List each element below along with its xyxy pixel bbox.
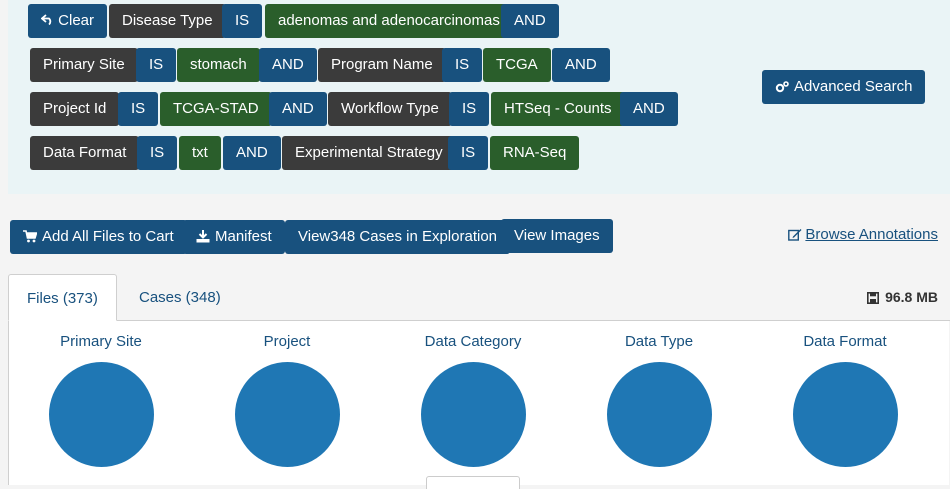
pie-chart[interactable] [792,362,898,467]
query-operator-label: AND [514,12,546,29]
query-operator-is[interactable]: IS [222,4,263,38]
query-value-label: RNA-Seq [503,144,567,161]
cart-icon [23,230,38,243]
pie-chart[interactable] [48,362,154,467]
download-icon [196,230,210,243]
query-field-label: Experimental Strategy [295,144,443,161]
query-value-label: TCGA [496,56,538,73]
facet-title: Data Category [424,333,522,350]
query-operator-is[interactable]: IS [442,48,483,82]
query-field-label: Workflow Type [341,100,439,117]
cogs-icon [775,81,789,93]
facet-data-format: Data Format [752,332,938,467]
query-field-label: Program Name [331,56,433,73]
tab-cases-label: Cases (348) [139,289,221,306]
facet-title: Data Format [803,333,887,350]
pie-chart[interactable] [234,362,340,467]
manifest-label: Manifest [215,228,272,245]
query-value-experimental-strategy[interactable]: RNA-Seq [490,136,580,170]
clear-label: Clear [58,12,95,29]
query-operator-and[interactable]: AND [501,4,559,38]
facet-project: Project [194,332,380,467]
query-field-program-name[interactable]: Program Name [318,48,446,82]
query-field-project-id[interactable]: Project Id [30,92,120,126]
query-field-disease-type[interactable]: Disease Type [109,4,226,38]
query-operator-is[interactable]: IS [448,136,489,170]
query-field-workflow-type[interactable]: Workflow Type [328,92,452,126]
query-operator-is[interactable]: IS [449,92,490,126]
query-value-label: adenomas and adenocarcinomas [278,12,500,29]
pie-chart[interactable] [606,362,712,467]
query-operator-label: IS [461,144,476,161]
manifest-button[interactable]: Manifest [183,220,285,254]
query-operator-label: IS [462,100,477,117]
view-images-label: View Images [514,227,600,244]
view-cases-label: View348 Cases in Exploration [298,228,498,245]
query-operator-label: AND [633,100,665,117]
query-operator-label: IS [131,100,146,117]
query-operator-and[interactable]: AND [620,92,678,126]
query-value-label: stomach [190,56,247,73]
query-field-label: Primary Site [43,56,125,73]
query-value-project-id[interactable]: TCGA-STAD [160,92,272,126]
query-operator-and[interactable]: AND [259,48,317,82]
query-field-label: Project Id [43,100,107,117]
add-all-files-label: Add All Files to Cart [42,228,174,245]
query-field-data-format[interactable]: Data Format [30,136,140,170]
query-operator-label: IS [150,144,165,161]
undo-icon [40,14,52,26]
query-operator-and[interactable]: AND [223,136,281,170]
advanced-search-label: Advanced Search [794,78,913,95]
query-value-program-name[interactable]: TCGA [483,48,551,82]
total-size: 96.8 MB [867,289,938,305]
query-operator-is[interactable]: IS [118,92,159,126]
query-value-disease-type[interactable]: adenomas and adenocarcinomas [265,4,513,38]
query-operator-label: AND [282,100,314,117]
query-value-label: HTSeq - Counts [504,100,612,117]
query-value-label: txt [192,144,208,161]
clear-button[interactable]: Clear [28,4,108,38]
browse-annotations-label: Browse Annotations [805,226,938,243]
query-operator-label: IS [235,12,250,29]
query-field-primary-site[interactable]: Primary Site [30,48,138,82]
tooltip-box [426,476,520,489]
query-field-label: Disease Type [122,12,213,29]
query-value-workflow-type[interactable]: HTSeq - Counts [491,92,625,126]
query-operator-is[interactable]: IS [137,136,178,170]
query-value-label: TCGA-STAD [173,100,259,117]
view-images-button[interactable]: View Images [501,219,613,253]
query-field-experimental-strategy[interactable]: Experimental Strategy [282,136,456,170]
facet-data-type: Data Type [566,332,752,467]
browse-annotations-link[interactable]: Browse Annotations [788,226,938,243]
facet-title: Primary Site [60,333,142,350]
facet-title: Project [263,333,311,350]
query-operator-is[interactable]: IS [136,48,177,82]
query-operator-label: AND [565,56,597,73]
query-value-primary-site[interactable]: stomach [177,48,260,82]
query-operator-and[interactable]: AND [552,48,610,82]
query-operator-and[interactable]: AND [269,92,327,126]
facet-data-category: Data Category [380,332,566,467]
query-value-data-format[interactable]: txt [179,136,221,170]
pie-chart[interactable] [420,362,526,467]
facet-title: Data Type [624,333,694,350]
facet-primary-site: Primary Site [8,332,194,467]
query-operator-label: IS [149,56,164,73]
view-cases-in-exploration-button[interactable]: View348 Cases in Exploration [285,220,511,254]
advanced-search-button[interactable]: Advanced Search [762,70,926,104]
save-icon [867,292,880,304]
query-operator-label: AND [272,56,304,73]
query-operator-label: IS [455,56,470,73]
query-operator-label: AND [236,144,268,161]
tab-files[interactable]: Files (373) [8,274,117,321]
tab-cases[interactable]: Cases (348) [121,274,239,321]
edit-icon [788,229,802,241]
total-size-value: 96.8 MB [885,289,938,305]
tab-files-label: Files (373) [27,290,98,307]
add-all-files-to-cart-button[interactable]: Add All Files to Cart [10,220,187,254]
query-field-label: Data Format [43,144,127,161]
